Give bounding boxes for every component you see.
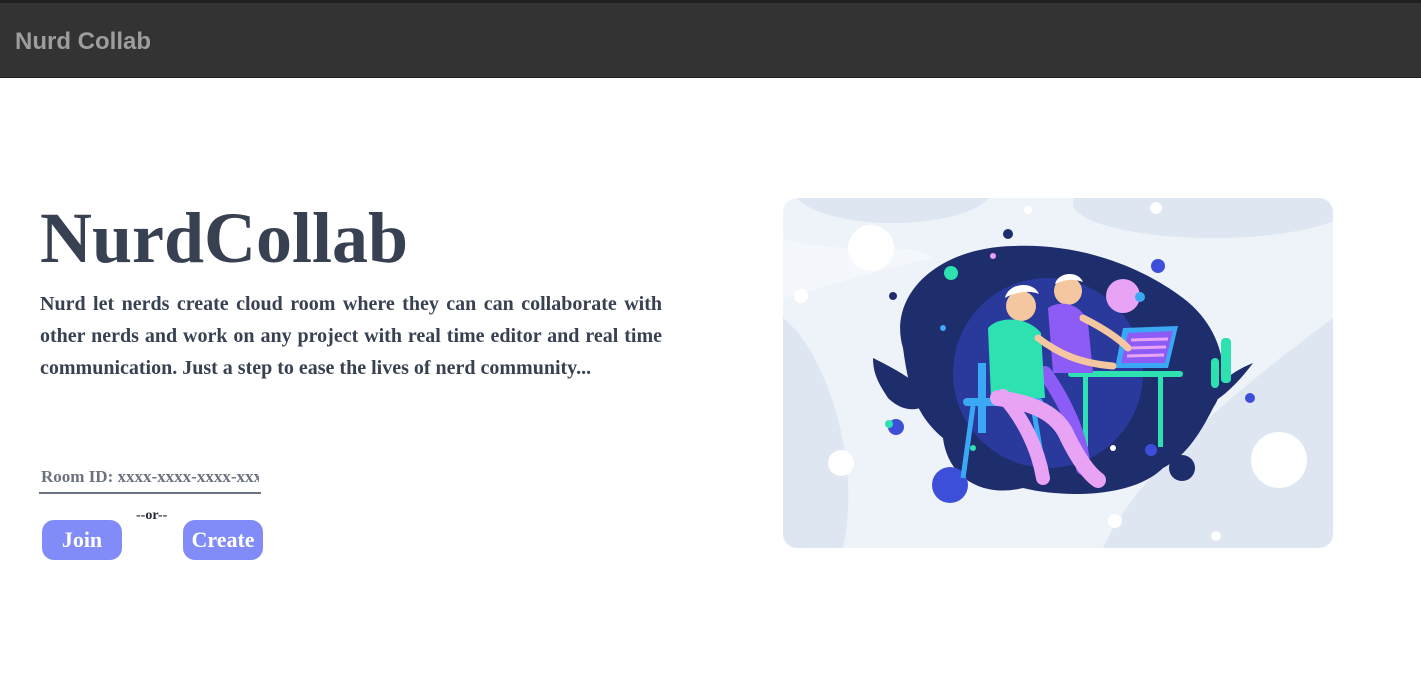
navbar: Nurd Collab	[0, 3, 1421, 78]
join-button[interactable]: Join	[42, 520, 122, 560]
navbar-brand[interactable]: Nurd Collab	[15, 27, 151, 57]
create-button[interactable]: Create	[183, 520, 263, 560]
collaboration-illustration	[783, 198, 1333, 548]
page-title: NurdCollab	[40, 198, 409, 278]
room-id-input[interactable]	[39, 462, 261, 494]
hero-description: Nurd let nerds create cloud room where t…	[40, 293, 662, 379]
or-separator: --or--	[136, 508, 168, 523]
